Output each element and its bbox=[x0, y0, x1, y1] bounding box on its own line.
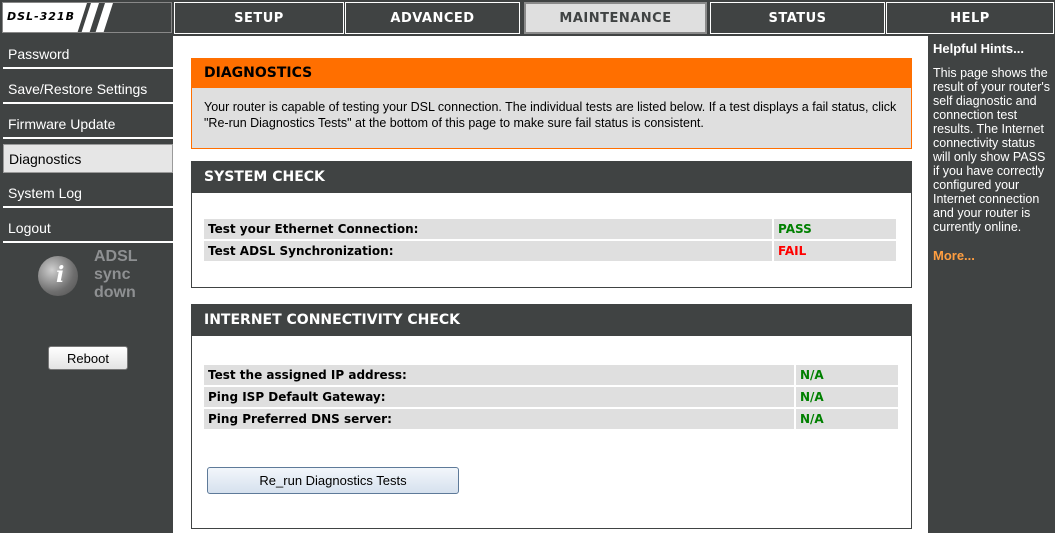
tab-advanced[interactable]: ADVANCED bbox=[345, 2, 520, 34]
adsl-status-line2: sync bbox=[94, 266, 131, 283]
model-name: DSL-321B bbox=[7, 10, 75, 23]
test-label: Ping Preferred DNS server: bbox=[204, 409, 794, 429]
diagnostics-section: DIAGNOSTICS Your router is capable of te… bbox=[191, 58, 912, 149]
table-row: Ping Preferred DNS server: N/A bbox=[204, 409, 898, 429]
table-row: Test ADSL Synchronization: FAIL bbox=[204, 241, 896, 261]
adsl-status-text: ADSL sync down bbox=[94, 248, 164, 302]
test-result: FAIL bbox=[774, 241, 896, 261]
test-label: Ping ISP Default Gateway: bbox=[204, 387, 794, 407]
main-content: DIAGNOSTICS Your router is capable of te… bbox=[173, 36, 928, 533]
hints-text: This page shows the result of your route… bbox=[933, 66, 1051, 234]
logo-stripes-icon bbox=[77, 3, 171, 32]
internet-check-section: INTERNET CONNECTIVITY CHECK Test the ass… bbox=[191, 304, 912, 529]
tab-status[interactable]: STATUS bbox=[710, 2, 885, 34]
test-result: N/A bbox=[796, 365, 898, 385]
test-label: Test the assigned IP address: bbox=[204, 365, 794, 385]
sidebar: Password Save/Restore Settings Firmware … bbox=[0, 36, 173, 533]
reboot-button[interactable]: Reboot bbox=[48, 346, 128, 370]
system-check-section: SYSTEM CHECK Test your Ethernet Connecti… bbox=[191, 161, 912, 288]
tab-setup[interactable]: SETUP bbox=[174, 2, 344, 34]
test-result: N/A bbox=[796, 387, 898, 407]
helpful-hints-panel: Helpful Hints... This page shows the res… bbox=[928, 36, 1055, 533]
system-check-table: Test your Ethernet Connection: PASS Test… bbox=[202, 217, 898, 263]
test-label: Test ADSL Synchronization: bbox=[204, 241, 772, 261]
system-check-title: SYSTEM CHECK bbox=[191, 161, 912, 193]
top-navigation: DSL-321B SETUP ADVANCED MAINTENANCE STAT… bbox=[0, 0, 1055, 36]
test-label: Test your Ethernet Connection: bbox=[204, 219, 772, 239]
system-check-body: Test your Ethernet Connection: PASS Test… bbox=[191, 193, 912, 288]
sidebar-item-system-log[interactable]: System Log bbox=[3, 179, 173, 208]
dlink-logo: DSL-321B bbox=[2, 2, 172, 33]
adsl-status-line3: down bbox=[94, 284, 136, 301]
sidebar-item-password[interactable]: Password bbox=[3, 40, 173, 69]
table-row: Ping ISP Default Gateway: N/A bbox=[204, 387, 898, 407]
internet-check-table: Test the assigned IP address: N/A Ping I… bbox=[202, 363, 900, 431]
tab-help[interactable]: HELP bbox=[886, 2, 1054, 34]
sidebar-item-save-restore[interactable]: Save/Restore Settings bbox=[3, 75, 173, 104]
sidebar-item-firmware-update[interactable]: Firmware Update bbox=[3, 110, 173, 139]
table-row: Test the assigned IP address: N/A bbox=[204, 365, 898, 385]
more-link[interactable]: More... bbox=[933, 248, 1051, 263]
hints-title: Helpful Hints... bbox=[933, 41, 1024, 56]
adsl-status-indicator: i ADSL sync down bbox=[30, 248, 160, 318]
sidebar-item-diagnostics[interactable]: Diagnostics bbox=[3, 144, 173, 173]
diagnostics-description: Your router is capable of testing your D… bbox=[191, 88, 912, 149]
table-row: Test your Ethernet Connection: PASS bbox=[204, 219, 896, 239]
internet-check-body: Test the assigned IP address: N/A Ping I… bbox=[191, 336, 912, 529]
sidebar-item-logout[interactable]: Logout bbox=[3, 214, 173, 243]
test-result: N/A bbox=[796, 409, 898, 429]
adsl-status-line1: ADSL bbox=[94, 248, 138, 265]
test-result: PASS bbox=[774, 219, 896, 239]
info-i-glyph: i bbox=[56, 262, 65, 288]
rerun-diagnostics-button[interactable]: Re_run Diagnostics Tests bbox=[207, 467, 459, 494]
diagnostics-title: DIAGNOSTICS bbox=[191, 58, 912, 88]
internet-check-title: INTERNET CONNECTIVITY CHECK bbox=[191, 304, 912, 336]
tab-maintenance[interactable]: MAINTENANCE bbox=[524, 2, 707, 34]
